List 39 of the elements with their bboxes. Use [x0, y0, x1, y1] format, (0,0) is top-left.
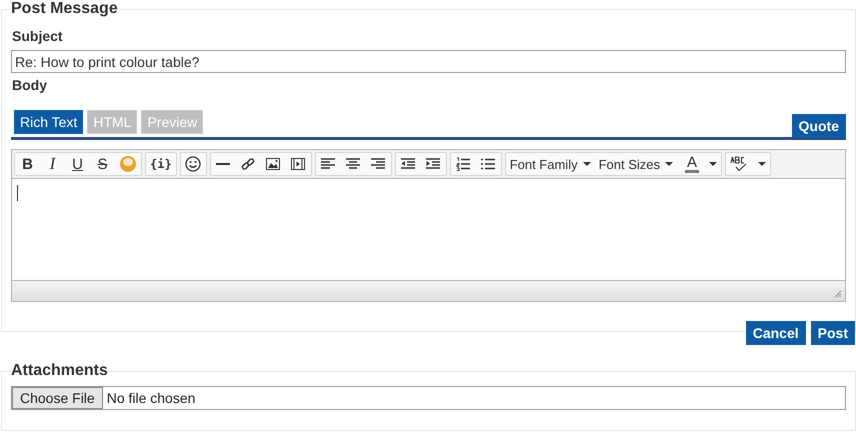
code-button[interactable]: {i}	[146, 153, 176, 175]
italic-button[interactable]: I	[40, 153, 65, 175]
indent-icon	[426, 158, 440, 170]
cancel-button[interactable]: Cancel	[746, 321, 806, 345]
text-color-dropdown[interactable]: A	[677, 153, 722, 175]
align-left-icon	[321, 158, 336, 170]
font-size-dropdown[interactable]: Font Sizes	[594, 153, 678, 175]
choose-file-button[interactable]: Choose File	[12, 387, 103, 409]
underline-button[interactable]: U	[65, 153, 90, 175]
file-status: No file chosen	[106, 390, 196, 406]
strikethrough-button[interactable]: S	[90, 153, 115, 175]
caret-icon	[582, 162, 591, 166]
bullet-list-icon	[481, 157, 496, 171]
resize-grip-icon[interactable]	[834, 290, 842, 298]
text-cursor	[17, 185, 18, 201]
quote-button[interactable]: Quote	[792, 114, 846, 138]
numbered-list-icon	[456, 157, 470, 171]
body-label: Body	[12, 77, 48, 93]
smiley-icon	[185, 156, 202, 172]
post-button[interactable]: Post	[810, 321, 855, 345]
film-icon	[291, 157, 306, 171]
file-field[interactable]: Choose File No file chosen	[11, 386, 846, 410]
image-icon	[266, 157, 280, 171]
caret-icon	[709, 162, 718, 166]
emoticon-icon	[119, 155, 137, 173]
caret-icon	[758, 162, 766, 166]
outdent-icon	[401, 158, 416, 170]
align-center-icon	[346, 158, 360, 170]
bold-button[interactable]: B	[15, 153, 40, 175]
align-right-icon	[371, 158, 386, 170]
section-legend: Post Message	[11, 0, 118, 18]
link-icon	[241, 157, 256, 171]
subject-label: Subject	[12, 28, 64, 44]
section-legend: Attachments	[11, 362, 108, 380]
editor-tab[interactable]: Rich Text	[14, 110, 84, 134]
font-family-dropdown[interactable]: Font Family	[506, 153, 595, 175]
caret-icon	[665, 162, 674, 166]
subject-field[interactable]: Re: How to print colour table?	[11, 50, 846, 73]
spellcheck-icon	[730, 156, 748, 172]
